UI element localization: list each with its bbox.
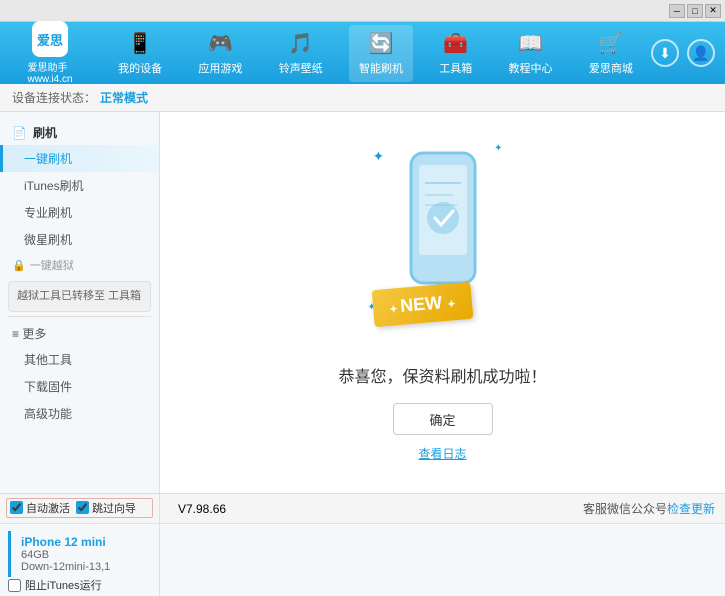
nav-item-apps-games[interactable]: 🎮 应用游戏 [188,25,252,82]
more-header-label: ≡ 更多 [12,325,46,342]
sidebar-item-onekey-flash[interactable]: 一键刷机 [0,145,159,172]
toolbox-icon: 🧰 [443,31,468,56]
micro-flash-label: 微星刷机 [24,233,72,247]
stop-itunes[interactable]: 阻止iTunes运行 [8,577,151,593]
nav-label-store: 爱思商城 [589,60,633,76]
sidebar-item-advanced[interactable]: 高级功能 [0,400,159,427]
sidebar: 📄 刷机 一键刷机 iTunes刷机 专业刷机 微星刷机 🔒 一键越狱 越狱工具… [0,112,160,493]
jailbreak-notice: 越狱工具已转移至 工具箱 [8,281,151,312]
again-link[interactable]: 查看日志 [418,445,466,462]
advanced-label: 高级功能 [24,407,72,421]
version-text: V7.98.66 [178,502,226,516]
apps-games-icon: 🎮 [208,31,233,56]
auto-activate-checkbox[interactable] [10,501,23,514]
download-button[interactable]: ⬇ [651,39,679,67]
logo: 爱思 爱思助手 www.i4.cn [10,21,90,85]
status-value: 正常模式 [100,89,148,106]
minimize-button[interactable]: ─ [669,4,685,18]
device-storage: 64GB [21,549,141,561]
tutorial-icon: 📖 [518,31,543,56]
device-info: iPhone 12 mini 64GB Down-12mini-13,1 [8,531,151,577]
stop-itunes-label: 阻止iTunes运行 [25,577,102,593]
sidebar-item-other-tools[interactable]: 其他工具 [0,346,159,373]
nav-label-ringtone: 铃声壁纸 [279,60,323,76]
user-button[interactable]: 👤 [687,39,715,67]
success-text: 恭喜您，保资料刷机成功啦！ [338,363,546,387]
nav-item-toolbox[interactable]: 🧰 工具箱 [429,25,482,82]
window-controls[interactable]: ─ □ ✕ [669,4,721,18]
pro-flash-label: 专业刷机 [24,206,72,220]
skip-wizard-label: 跳过向导 [92,500,136,516]
layout-bottom: 自动激活 跳过向导 V7.98.66 客服 微信公众号 检查更新 [0,493,725,523]
flash-section-icon: 📄 [12,126,27,140]
skip-wizard-checkbox[interactable] [76,501,89,514]
maximize-button[interactable]: □ [687,4,703,18]
device-name: iPhone 12 mini [21,535,141,549]
stop-itunes-checkbox[interactable] [8,579,21,592]
logo-text: 爱思助手 www.i4.cn [27,59,72,85]
jailbreak-notice-text: 越狱工具已转移至 工具箱 [17,290,141,302]
support-link[interactable]: 客服 [583,500,607,517]
title-bar: ─ □ ✕ [0,0,725,22]
lock-icon: 🔒 [12,259,26,272]
nav-bar: 爱思 爱思助手 www.i4.cn 📱 我的设备 🎮 应用游戏 🎵 铃声壁纸 🔄… [0,22,725,84]
itunes-flash-label: iTunes刷机 [24,179,84,193]
nav-item-my-device[interactable]: 📱 我的设备 [108,25,172,82]
bottom-left-panel: 自动激活 跳过向导 [0,494,160,523]
status-label: 设备连接状态： [12,89,96,106]
sparkle-1: ✦ [373,148,385,165]
checkbox-auto-activate[interactable]: 自动激活 [10,500,70,516]
sidebar-item-jailbreak: 🔒 一键越狱 [0,253,159,277]
sidebar-more-header: ≡ 更多 [0,321,159,346]
sidebar-item-micro-flash[interactable]: 微星刷机 [0,226,159,253]
main-area: 📄 刷机 一键刷机 iTunes刷机 专业刷机 微星刷机 🔒 一键越狱 越狱工具… [0,112,725,493]
sparkle-2: ✦ [494,143,502,154]
smart-flash-icon: 🔄 [369,31,394,56]
nav-item-tutorial[interactable]: 📖 教程中心 [499,25,563,82]
my-device-icon: 📱 [128,31,153,56]
ringtone-icon: 🎵 [288,31,313,56]
update-link[interactable]: 检查更新 [667,500,715,517]
bottom-main-panel: V7.98.66 客服 微信公众号 检查更新 [160,494,725,523]
onekey-flash-label: 一键刷机 [24,152,72,166]
nav-items: 📱 我的设备 🎮 应用游戏 🎵 铃声壁纸 🔄 智能刷机 🧰 工具箱 📖 教程中心… [100,25,651,82]
sidebar-item-download-firmware[interactable]: 下载固件 [0,373,159,400]
store-icon: 🛒 [598,31,623,56]
nav-item-store[interactable]: 🛒 爱思商城 [579,25,643,82]
other-tools-label: 其他工具 [24,353,72,367]
wechat-link[interactable]: 微信公众号 [607,500,667,517]
status-bar: 设备连接状态： 正常模式 [0,84,725,112]
sidebar-section-flash: 📄 刷机 [0,120,159,145]
auto-activate-label: 自动激活 [26,500,70,516]
nav-label-smart-flash: 智能刷机 [359,60,403,76]
phone-illustration: ✦ ✦ ✦ NEW [363,143,523,343]
sidebar-item-pro-flash[interactable]: 专业刷机 [0,199,159,226]
nav-label-my-device: 我的设备 [118,60,162,76]
nav-right-controls: ⬇ 👤 [651,39,715,67]
sidebar-item-itunes-flash[interactable]: iTunes刷机 [0,172,159,199]
checkbox-skip-wizard[interactable]: 跳过向导 [76,500,136,516]
new-badge-text: NEW [399,292,443,316]
sidebar-divider [8,316,151,317]
nav-item-smart-flash[interactable]: 🔄 智能刷机 [349,25,413,82]
device-panel-right [160,524,725,596]
nav-label-tutorial: 教程中心 [509,60,553,76]
sidebar-section-flash-label: 刷机 [33,124,57,141]
download-firmware-label: 下载固件 [24,380,72,394]
device-panel: iPhone 12 mini 64GB Down-12mini-13,1 阻止i… [0,524,160,596]
content-panel: ✦ ✦ ✦ NEW [160,112,725,493]
jailbreak-label: 一键越狱 [30,257,74,273]
device-version: Down-12mini-13,1 [21,561,141,573]
nav-label-apps-games: 应用游戏 [198,60,242,76]
close-button[interactable]: ✕ [705,4,721,18]
device-row: iPhone 12 mini 64GB Down-12mini-13,1 阻止i… [0,523,725,596]
nav-label-toolbox: 工具箱 [439,60,472,76]
logo-icon: 爱思 [32,21,68,57]
nav-item-ringtone[interactable]: 🎵 铃声壁纸 [269,25,333,82]
confirm-button[interactable]: 确定 [393,403,493,435]
